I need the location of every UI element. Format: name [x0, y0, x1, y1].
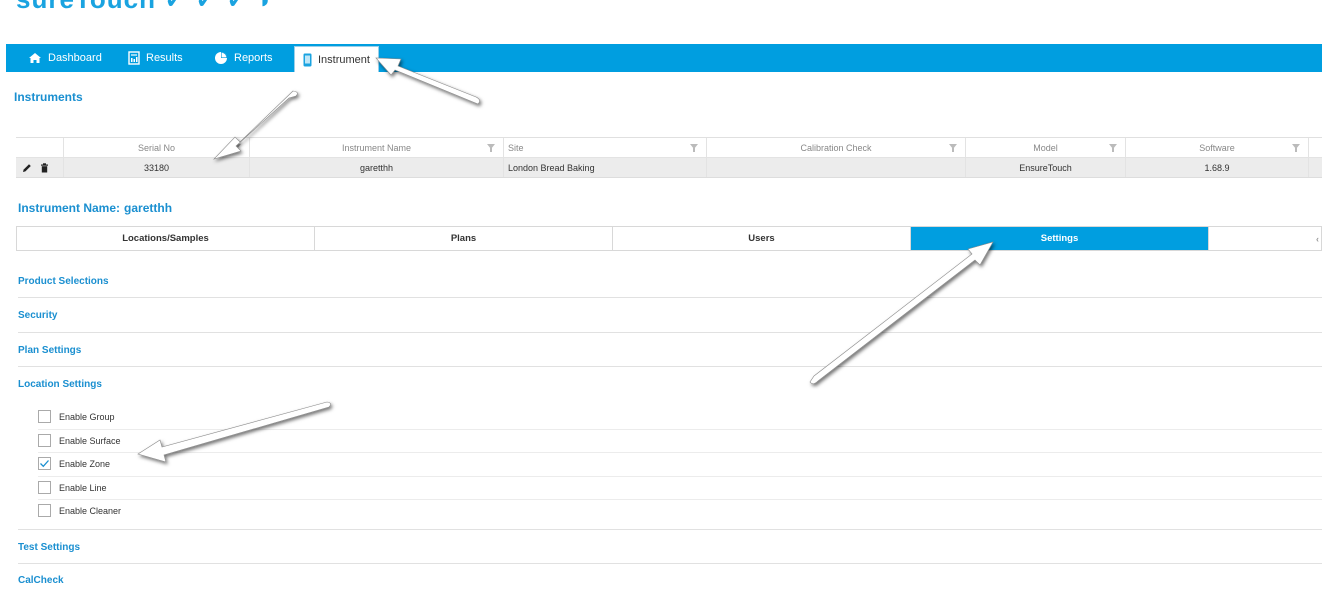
- divider: [38, 499, 1322, 500]
- edit-pencil-icon[interactable]: [22, 163, 32, 173]
- cell-serial-no: 33180: [64, 158, 250, 177]
- checkbox-enable-zone[interactable]: [38, 457, 51, 470]
- brand-logo: sureTouch ✓ ✓ ✓ ◗ ◗: [16, 0, 298, 19]
- instrument-name-label: Instrument Name:: [18, 201, 121, 215]
- mobile-device-icon: [303, 53, 312, 66]
- header-instrument-name-label: Instrument Name: [341, 142, 412, 153]
- logo-graphic: sureTouch ✓ ✓ ✓ ◗ ◗: [16, 0, 298, 14]
- nav-results[interactable]: Results: [128, 44, 183, 72]
- header-site-label: Site: [508, 142, 524, 153]
- option-label: Enable Group: [59, 411, 115, 422]
- instrument-name-heading: Instrument Name: garetthh: [18, 201, 172, 215]
- filter-icon[interactable]: [233, 144, 241, 152]
- svg-text:sureTouch ✓ ✓ ✓ ◗ ◗: sureTouch ✓ ✓ ✓ ◗ ◗: [16, 0, 276, 12]
- divider: [18, 297, 1322, 298]
- option-label: Enable Surface: [59, 435, 121, 446]
- header-model-label: Model: [1033, 142, 1058, 153]
- tab-users[interactable]: Users: [613, 227, 911, 250]
- instrument-name-value: garetthh: [124, 201, 173, 215]
- grid-header: Serial No Instrument Name Site Calibrati…: [16, 138, 1322, 158]
- cell-instrument-name: garetthh: [250, 158, 504, 177]
- filter-icon[interactable]: [1109, 144, 1117, 152]
- row-actions: [16, 158, 64, 177]
- accordion-test-settings[interactable]: Test Settings: [18, 542, 1322, 553]
- option-enable-group[interactable]: Enable Group: [38, 410, 115, 423]
- app-root: sureTouch ✓ ✓ ✓ ◗ ◗ Dashboard Results: [0, 0, 1322, 594]
- accordion-location-settings[interactable]: Location Settings: [18, 379, 1322, 390]
- accordion-calcheck[interactable]: CalCheck: [18, 575, 1322, 586]
- checkbox-enable-cleaner[interactable]: [38, 504, 51, 517]
- cell-calibration-check: [707, 158, 966, 177]
- home-icon: [29, 53, 41, 63]
- header-calibration-check-label: Calibration Check: [800, 142, 872, 153]
- nav-dashboard-label: Dashboard: [48, 52, 102, 64]
- cell-site: London Bread Baking: [504, 158, 707, 177]
- header-serial-no[interactable]: Serial No: [64, 138, 250, 157]
- nav-instrument[interactable]: Instrument: [294, 46, 379, 72]
- filter-icon[interactable]: [690, 144, 698, 152]
- instrument-tabs: Locations/Samples Plans Users Settings ‹: [16, 226, 1322, 251]
- header-site[interactable]: Site: [504, 138, 707, 157]
- option-enable-surface[interactable]: Enable Surface: [38, 434, 121, 447]
- pie-chart-icon: [215, 52, 227, 64]
- nav-results-label: Results: [146, 52, 183, 64]
- results-icon: [128, 51, 140, 65]
- divider: [18, 529, 1322, 530]
- tab-locations-samples[interactable]: Locations/Samples: [17, 227, 315, 250]
- header-instrument-name[interactable]: Instrument Name: [250, 138, 504, 157]
- page-title: Instruments: [14, 90, 83, 104]
- accordion-product-selections[interactable]: Product Selections: [18, 276, 1322, 287]
- checkmark-icon: [40, 460, 49, 468]
- checkbox-enable-group[interactable]: [38, 410, 51, 423]
- option-label: Enable Line: [59, 482, 107, 493]
- checkbox-enable-surface[interactable]: [38, 434, 51, 447]
- filter-icon[interactable]: [949, 144, 957, 152]
- accordion-security[interactable]: Security: [18, 310, 1322, 321]
- nav-instrument-label: Instrument: [318, 53, 370, 66]
- option-label: Enable Zone: [59, 458, 111, 469]
- divider: [38, 452, 1322, 453]
- filter-icon[interactable]: [487, 144, 495, 152]
- nav-reports[interactable]: Reports: [214, 44, 273, 72]
- option-enable-zone[interactable]: Enable Zone: [38, 457, 110, 470]
- divider: [18, 332, 1322, 333]
- header-software-label: Software: [1199, 142, 1235, 153]
- option-enable-cleaner[interactable]: Enable Cleaner: [38, 504, 121, 517]
- tab-settings[interactable]: Settings: [911, 227, 1209, 250]
- nav-reports-label: Reports: [234, 52, 273, 64]
- filter-icon[interactable]: [1292, 144, 1300, 152]
- actions-header: [16, 138, 64, 157]
- header-software[interactable]: Software: [1126, 138, 1309, 157]
- divider: [38, 429, 1322, 430]
- trash-icon[interactable]: [40, 162, 49, 173]
- top-nav: Dashboard Results Reports Instrument: [6, 44, 1322, 72]
- header-serial-no-label: Serial No: [137, 142, 175, 153]
- cell-model: EnsureTouch: [966, 158, 1126, 177]
- header-model[interactable]: Model: [966, 138, 1126, 157]
- cell-software: 1.68.9: [1126, 158, 1309, 177]
- divider: [18, 563, 1322, 564]
- divider: [18, 366, 1322, 367]
- tab-plans[interactable]: Plans: [315, 227, 613, 250]
- option-enable-line[interactable]: Enable Line: [38, 481, 107, 494]
- nav-dashboard[interactable]: Dashboard: [28, 44, 102, 72]
- checkbox-enable-line[interactable]: [38, 481, 51, 494]
- option-label: Enable Cleaner: [59, 505, 122, 516]
- tab-more[interactable]: ‹: [1209, 227, 1321, 250]
- tab-scroll-indicator-icon: ‹: [1316, 233, 1319, 244]
- instruments-grid: Serial No Instrument Name Site Calibrati…: [16, 137, 1322, 178]
- table-row[interactable]: 33180 garetthh London Bread Baking Ensur…: [16, 158, 1322, 178]
- divider: [38, 476, 1322, 477]
- accordion-plan-settings[interactable]: Plan Settings: [18, 345, 1322, 356]
- header-calibration-check[interactable]: Calibration Check: [707, 138, 966, 157]
- annotation-arrow: [137, 401, 331, 463]
